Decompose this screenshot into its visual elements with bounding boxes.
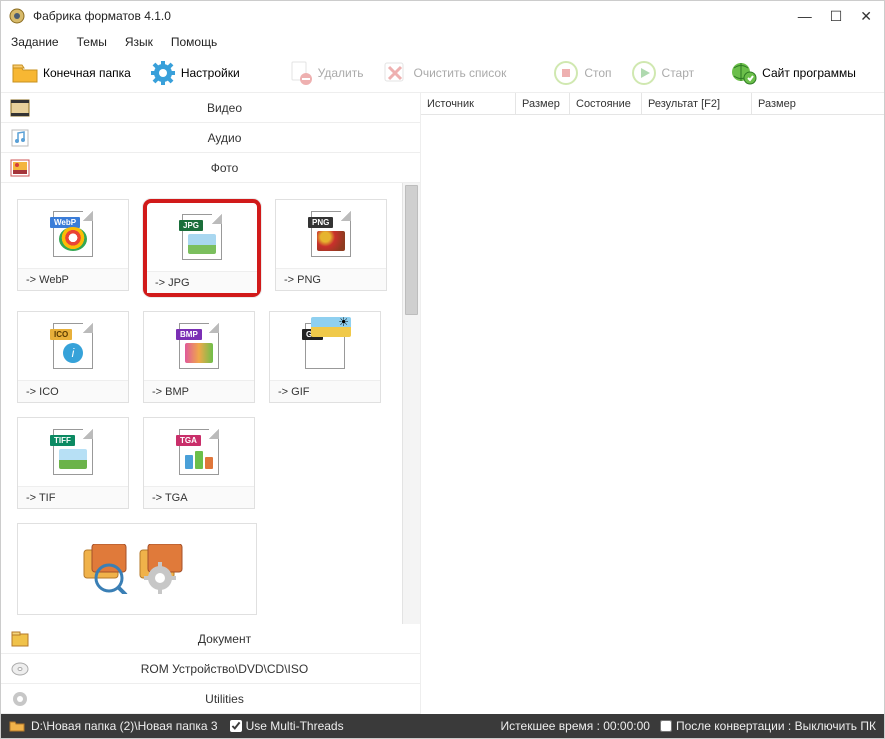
column-state[interactable]: Состояние [570, 93, 642, 114]
clear-icon [381, 59, 409, 87]
format-scrollbar[interactable] [402, 183, 420, 624]
after-convert-label: После конвертации : Выключить ПК [676, 719, 876, 733]
delete-button[interactable]: Удалить [282, 57, 368, 89]
statusbar: D:\Новая папка (2)\Новая папка 3 Use Mul… [1, 714, 884, 738]
stop-label: Стоп [584, 66, 611, 80]
format-tga-tile[interactable]: TGA -> TGA [143, 417, 255, 509]
category-video-label: Видео [37, 101, 412, 115]
format-webp-tile[interactable]: WebP -> WebP [17, 199, 129, 291]
category-photo-label: Фото [37, 161, 412, 175]
format-bmp-tile[interactable]: BMP -> BMP [143, 311, 255, 403]
grid-body [421, 115, 884, 714]
category-utilities[interactable]: Utilities [1, 684, 420, 714]
format-gif-tile[interactable]: GIF☀ -> GIF [269, 311, 381, 403]
column-result[interactable]: Результат [F2] [642, 93, 752, 114]
scrollbar-thumb[interactable] [405, 185, 418, 315]
settings-label: Настройки [181, 66, 240, 80]
format-png-label: -> PNG [276, 268, 386, 290]
video-icon [9, 97, 31, 119]
column-source[interactable]: Источник [421, 93, 516, 114]
delete-label: Удалить [318, 66, 364, 80]
category-document-label: Документ [37, 632, 412, 646]
format-tga-label: -> TGA [144, 486, 254, 508]
disc-icon [9, 658, 31, 680]
after-convert-checkbox-input[interactable] [660, 720, 672, 732]
start-icon [630, 59, 658, 87]
start-label: Старт [662, 66, 695, 80]
category-rom-label: ROM Устройство\DVD\CD\ISO [37, 662, 412, 676]
multithread-checkbox-input[interactable] [230, 720, 242, 732]
format-bmp-label: -> BMP [144, 380, 254, 402]
format-grid: WebP -> WebP JPG -> JPG PNG -> PNG ICOi … [1, 183, 402, 624]
menu-themes[interactable]: Темы [77, 35, 107, 49]
start-button[interactable]: Старт [626, 57, 699, 89]
format-jpg-label: -> JPG [147, 271, 257, 293]
svg-text:i: i [72, 346, 75, 360]
column-size2[interactable]: Размер [752, 93, 884, 114]
format-jpg-tile[interactable]: JPG -> JPG [143, 199, 261, 297]
menu-language[interactable]: Язык [125, 35, 153, 49]
output-folder-label: Конечная папка [43, 66, 131, 80]
clear-list-button[interactable]: Очистить список [377, 57, 510, 89]
category-document[interactable]: Документ [1, 624, 420, 654]
toolbar: Конечная папка Настройки Удалить Очистит… [1, 53, 884, 93]
grid-header: Источник Размер Состояние Результат [F2]… [421, 93, 884, 115]
category-audio[interactable]: Аудио [1, 123, 420, 153]
stop-icon [552, 59, 580, 87]
menu-help[interactable]: Помощь [171, 35, 217, 49]
column-size[interactable]: Размер [516, 93, 570, 114]
audio-icon [9, 127, 31, 149]
document-icon [9, 628, 31, 650]
category-audio-label: Аудио [37, 131, 412, 145]
after-convert-checkbox[interactable]: После конвертации : Выключить ПК [660, 719, 876, 733]
right-panel: Источник Размер Состояние Результат [F2]… [421, 93, 884, 714]
category-photo[interactable]: Фото [1, 153, 420, 183]
format-png-tile[interactable]: PNG -> PNG [275, 199, 387, 291]
format-ico-label: -> ICO [18, 380, 128, 402]
gear-icon [149, 59, 177, 87]
multithread-checkbox[interactable]: Use Multi-Threads [230, 719, 344, 733]
main-area: Видео Аудио Фото WebP -> WebP JPG [1, 93, 884, 714]
multithread-label: Use Multi-Threads [246, 719, 344, 733]
stop-button[interactable]: Стоп [548, 57, 615, 89]
menubar: Задание Темы Язык Помощь [1, 31, 884, 53]
app-icon [9, 8, 25, 24]
website-label: Сайт программы [762, 66, 856, 80]
app-window: Фабрика форматов 4.1.0 — ☐ ✕ Задание Тем… [0, 0, 885, 739]
minimize-button[interactable]: — [798, 9, 812, 23]
format-gif-label: -> GIF [270, 380, 380, 402]
format-extra-tile[interactable] [17, 523, 257, 615]
close-button[interactable]: ✕ [860, 9, 872, 23]
status-path: D:\Новая папка (2)\Новая папка 3 [31, 719, 218, 733]
category-rom[interactable]: ROM Устройство\DVD\CD\ISO [1, 654, 420, 684]
category-utilities-label: Utilities [37, 692, 412, 706]
status-elapsed: Истекшее время : 00:00:00 [501, 719, 650, 733]
titlebar: Фабрика форматов 4.1.0 — ☐ ✕ [1, 1, 884, 31]
clear-label: Очистить список [413, 66, 506, 80]
utilities-gear-icon [9, 688, 31, 710]
format-tif-tile[interactable]: TIFF -> TIF [17, 417, 129, 509]
website-button[interactable]: Сайт программы [726, 57, 860, 89]
format-tif-label: -> TIF [18, 486, 128, 508]
maximize-button[interactable]: ☐ [830, 9, 843, 23]
window-controls: — ☐ ✕ [798, 9, 876, 23]
settings-button[interactable]: Настройки [145, 57, 244, 89]
category-video[interactable]: Видео [1, 93, 420, 123]
status-folder-icon [9, 718, 25, 734]
output-folder-button[interactable]: Конечная папка [7, 57, 135, 89]
format-area: WebP -> WebP JPG -> JPG PNG -> PNG ICOi … [1, 183, 420, 624]
photo-icon [9, 157, 31, 179]
format-ico-tile[interactable]: ICOi -> ICO [17, 311, 129, 403]
window-title: Фабрика форматов 4.1.0 [33, 9, 798, 23]
left-panel: Видео Аудио Фото WebP -> WebP JPG [1, 93, 421, 714]
folder-icon [11, 59, 39, 87]
delete-icon [286, 59, 314, 87]
globe-icon [730, 59, 758, 87]
format-webp-label: -> WebP [18, 268, 128, 290]
menu-task[interactable]: Задание [11, 35, 59, 49]
